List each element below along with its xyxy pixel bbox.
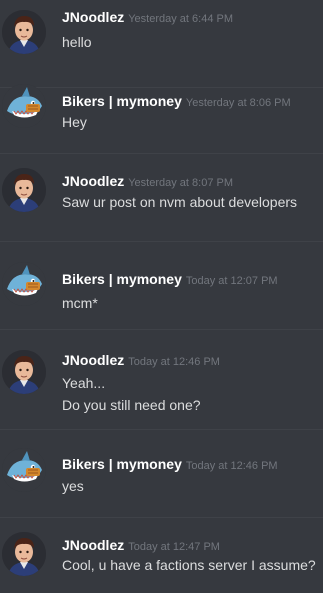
author-name[interactable]: JNoodlez — [62, 9, 124, 25]
message: Bikers | mymoney Today at 12:46 PM yes — [0, 430, 323, 518]
message-text: Yeah... — [62, 375, 106, 391]
chat-messages: JNoodlez Yesterday at 6:44 PM hello Biker… — [0, 0, 323, 593]
author-name[interactable]: Bikers | mymoney — [62, 271, 182, 287]
timestamp: Today at 12:46 PM — [128, 356, 220, 368]
author-name[interactable]: JNoodlez — [62, 537, 124, 553]
author-name[interactable]: JNoodlez — [62, 352, 124, 368]
message-text: yes — [62, 478, 84, 494]
message: JNoodlez Today at 12:46 PM Yeah... Do you… — [0, 330, 323, 430]
user-face-avatar[interactable] — [2, 10, 46, 54]
author-name[interactable]: JNoodlez — [62, 173, 124, 189]
author-name[interactable]: Bikers | mymoney — [62, 456, 182, 472]
timestamp: Yesterday at 6:44 PM — [128, 13, 234, 25]
timestamp: Today at 12:07 PM — [185, 275, 278, 287]
message-text: mcm* — [62, 295, 98, 311]
timestamp: Yesterday at 8:07 PM — [128, 177, 234, 189]
user-face-avatar[interactable] — [2, 168, 46, 212]
message-text: hello — [62, 34, 92, 50]
message-text: Hey — [62, 114, 87, 130]
message-text: Saw ur post on nvm about developers — [62, 194, 298, 210]
message: JNoodlez Today at 12:47 PM Cool, u have a… — [0, 518, 323, 593]
shark-avatar[interactable] — [2, 84, 46, 128]
user-face-avatar[interactable] — [2, 532, 46, 576]
message: Bikers | mymoney Today at 12:07 PM mcm* — [0, 242, 323, 330]
user-face-avatar[interactable] — [2, 350, 46, 394]
shark-avatar[interactable] — [2, 262, 46, 306]
timestamp: Yesterday at 8:06 PM — [185, 97, 291, 109]
author-name[interactable]: Bikers | mymoney — [62, 93, 182, 109]
timestamp: Today at 12:46 PM — [185, 460, 278, 472]
message-text: Cool, u have a factions server I assume? — [62, 557, 316, 573]
message-text: Do you still need one? — [62, 397, 201, 413]
shark-avatar[interactable] — [2, 448, 46, 492]
message: Bikers | mymoney Yesterday at 8:06 PM Hey — [0, 66, 323, 154]
timestamp: Today at 12:47 PM — [128, 541, 220, 553]
message: JNoodlez Yesterday at 8:07 PM Saw ur post… — [0, 154, 323, 242]
